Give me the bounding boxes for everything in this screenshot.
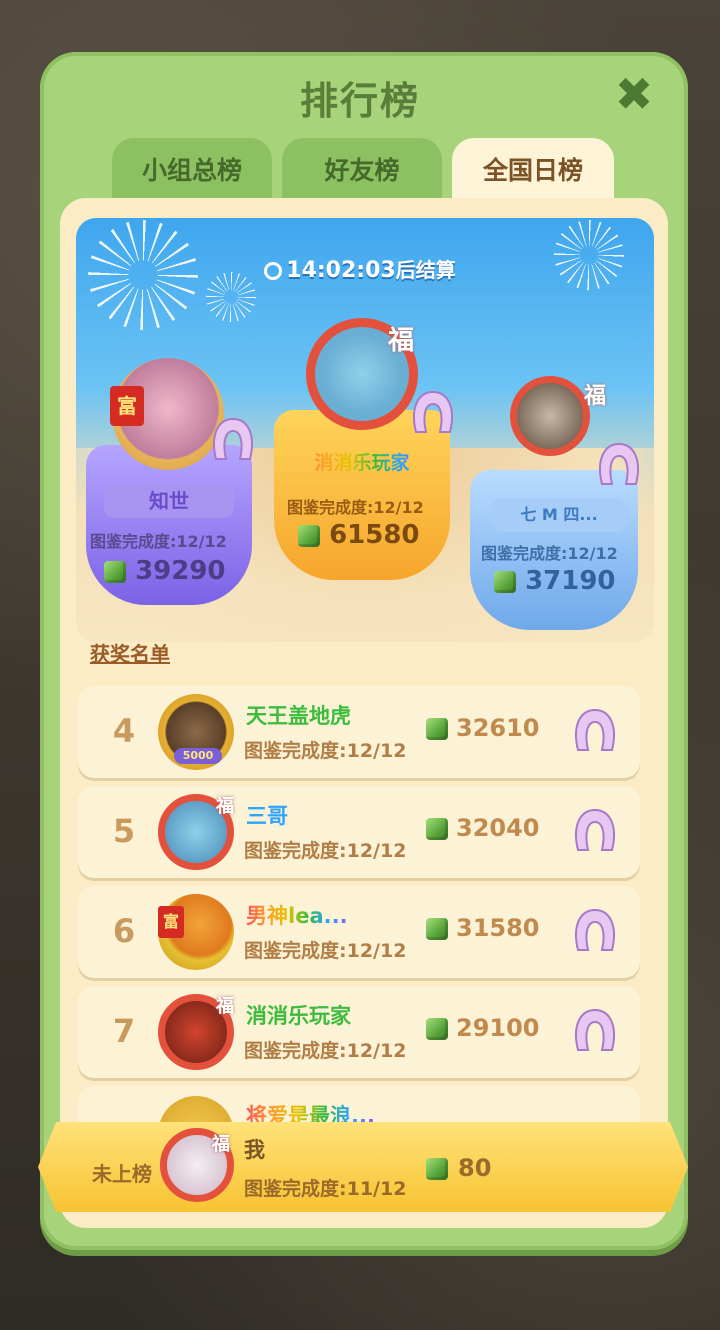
- pillow-icon: [572, 806, 618, 856]
- cube-icon: [426, 918, 448, 940]
- podium-first-completion: 图鉴完成度:12/12: [287, 498, 424, 517]
- pillow-icon: [572, 906, 618, 956]
- player-name: 消消乐玩家: [246, 1004, 351, 1028]
- tab-friends[interactable]: 好友榜: [282, 138, 442, 200]
- podium-third-completion: 图鉴完成度:12/12: [481, 544, 618, 563]
- tab-group-total[interactable]: 小组总榜: [112, 138, 272, 200]
- fu-badge: 福: [212, 1134, 230, 1155]
- podium-first-score: 61580: [298, 520, 420, 550]
- close-icon[interactable]: ✖: [612, 71, 656, 117]
- pillow-icon: [410, 388, 456, 438]
- clock-icon: [264, 262, 283, 280]
- rank-number: 4: [112, 712, 136, 750]
- cube-icon: [426, 818, 448, 840]
- fu-badge: 福: [388, 326, 415, 356]
- tab-national-daily[interactable]: 全国日榜: [452, 138, 614, 200]
- cube-icon: [104, 560, 126, 583]
- podium-second-completion: 图鉴完成度:12/12: [90, 532, 227, 551]
- completion-text: 图鉴完成度:12/12: [244, 740, 407, 762]
- podium-second-name: 知世: [104, 484, 234, 518]
- fu-badge: 福: [216, 796, 234, 817]
- fu-rich-badge: 富: [110, 386, 144, 426]
- pillow-icon: [596, 440, 642, 490]
- my-name: 我: [244, 1138, 265, 1162]
- list-item[interactable]: 6 富 男神lea... 图鉴完成度:12/12 31580: [78, 886, 640, 978]
- completion-text: 图鉴完成度:12/12: [244, 940, 407, 962]
- my-score: 80: [426, 1154, 491, 1182]
- cube-icon: [298, 524, 320, 547]
- my-rank-status: 未上榜: [92, 1162, 152, 1186]
- rank-number: 6: [112, 912, 136, 950]
- player-name: 天王盖地虎: [246, 704, 351, 728]
- score: 29100: [426, 1014, 540, 1042]
- my-completion: 图鉴完成度:11/12: [244, 1178, 407, 1200]
- rank-number: 5: [112, 812, 136, 850]
- badge-5000: 5000: [174, 748, 222, 764]
- player-name: 三哥: [246, 804, 288, 828]
- list-item[interactable]: 7 福 消消乐玩家 图鉴完成度:12/12 29100: [78, 986, 640, 1078]
- score: 32040: [426, 814, 540, 842]
- podium-first-name: 消消乐玩家: [296, 446, 428, 480]
- list-item[interactable]: 4 5000 天王盖地虎 图鉴完成度:12/12 32610: [78, 686, 640, 778]
- cube-icon: [494, 570, 516, 593]
- completion-text: 图鉴完成度:12/12: [244, 840, 407, 862]
- podium-third-name: 七 M 四...: [492, 498, 626, 532]
- pillow-icon: [572, 706, 618, 756]
- player-name: 男神lea...: [246, 900, 348, 930]
- settlement-timer: 14:02:03后结算: [0, 254, 720, 283]
- fu-badge: 福: [584, 384, 607, 409]
- fu-rich-badge: 富: [158, 906, 184, 938]
- list-item[interactable]: 5 福 三哥 图鉴完成度:12/12 32040: [78, 786, 640, 878]
- score: 31580: [426, 914, 540, 942]
- pillow-icon: [572, 1006, 618, 1056]
- awards-list-title: 获奖名单: [90, 642, 170, 666]
- completion-text: 图鉴完成度:12/12: [244, 1040, 407, 1062]
- podium-second-score: 39290: [104, 556, 226, 586]
- cube-icon: [426, 1158, 448, 1180]
- pillow-icon: [210, 415, 256, 465]
- cube-icon: [426, 718, 448, 740]
- rank-number: 7: [112, 1012, 136, 1050]
- podium-third-score: 37190: [494, 566, 616, 596]
- score: 32610: [426, 714, 540, 742]
- fu-badge: 福: [216, 996, 234, 1017]
- avatar-third[interactable]: [510, 376, 590, 456]
- cube-icon: [426, 1018, 448, 1040]
